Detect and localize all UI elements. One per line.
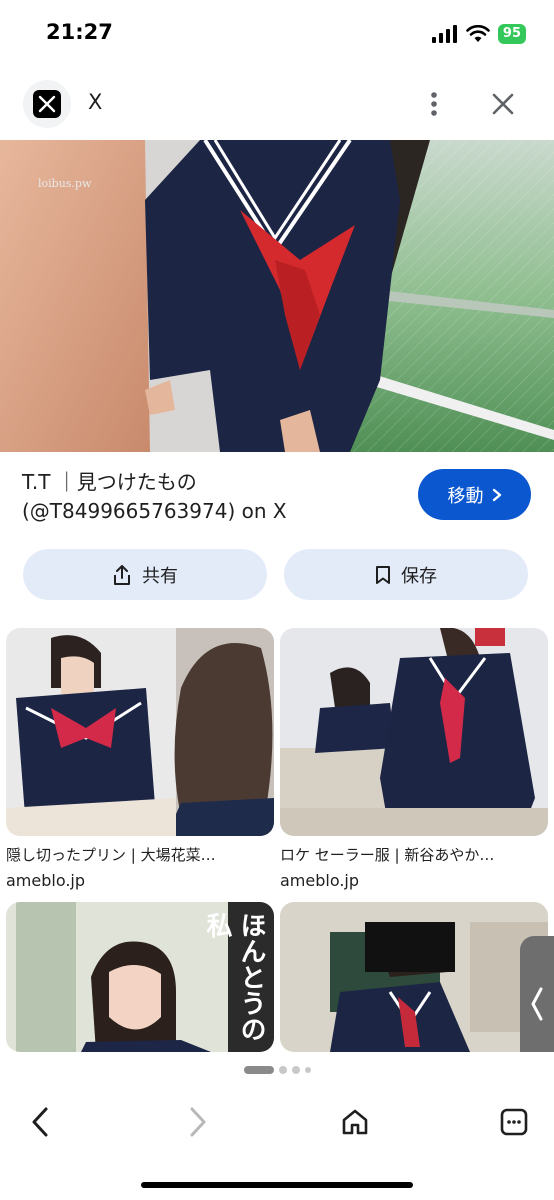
page-dot	[278, 1066, 287, 1074]
forward-arrow-icon	[190, 1107, 206, 1137]
status-bar: 21:27 95	[0, 0, 554, 70]
save-button[interactable]: 保存	[284, 549, 528, 600]
battery-indicator: 95	[497, 24, 526, 44]
forward-button[interactable]	[176, 1100, 220, 1144]
related-card[interactable]: ロケ セーラー服 | 新谷あやか… ameblo.jp	[280, 628, 548, 890]
visit-button[interactable]: 移動	[418, 469, 531, 520]
page-dot	[291, 1066, 300, 1074]
status-icons: 95	[431, 24, 526, 44]
result-title[interactable]: T.T ｜見つけたもの (@T8499665763974) on X	[22, 468, 402, 526]
related-card[interactable]: 隠し切ったプリン | 大場花菜… ameblo.jp	[6, 628, 274, 890]
save-label: 保存	[401, 565, 437, 587]
share-button[interactable]: 共有	[23, 549, 267, 600]
related-card[interactable]: ほんとうの私	[6, 902, 274, 1052]
lens-header: X	[0, 74, 554, 134]
related-source: ameblo.jp	[6, 871, 86, 890]
page-dot	[304, 1067, 311, 1073]
home-indicator	[141, 1182, 413, 1188]
battery-level: 95	[502, 26, 521, 41]
main-result-image[interactable]: loibus.pw	[0, 140, 554, 452]
x-logo-icon	[23, 80, 71, 128]
back-button[interactable]	[18, 1100, 62, 1144]
page-indicator	[0, 1066, 554, 1074]
bottom-navigation	[0, 1092, 554, 1152]
chevron-right-icon	[492, 488, 501, 501]
home-button[interactable]	[333, 1100, 377, 1144]
related-image	[280, 902, 548, 1052]
chevron-left-icon	[531, 987, 543, 1021]
related-image: ほんとうの私	[6, 902, 274, 1052]
site-name: X	[88, 90, 103, 114]
related-title: 隠し切ったプリン | 大場花菜…	[6, 846, 216, 864]
back-arrow-icon	[32, 1107, 48, 1137]
tabs-icon	[500, 1108, 528, 1136]
bookmark-icon	[376, 565, 390, 584]
wifi-icon	[466, 25, 490, 42]
related-source: ameblo.jp	[280, 871, 360, 890]
related-card[interactable]	[280, 902, 548, 1052]
status-time: 21:27	[46, 20, 113, 44]
related-image	[6, 628, 274, 836]
related-image	[280, 628, 548, 836]
page-dot	[243, 1066, 274, 1074]
close-icon	[492, 93, 514, 115]
signal-icon	[431, 25, 457, 43]
more-options-button[interactable]	[418, 86, 450, 122]
more-vertical-icon	[431, 92, 437, 116]
close-button[interactable]	[486, 86, 520, 122]
visit-label: 移動	[447, 485, 484, 507]
related-title: ロケ セーラー服 | 新谷あやか…	[280, 846, 495, 864]
share-label: 共有	[142, 565, 178, 587]
image-watermark: loibus.pw	[38, 177, 92, 190]
related-overlay-text: ほんとうの私	[202, 912, 266, 1042]
home-icon	[342, 1109, 368, 1135]
share-icon	[114, 564, 130, 585]
tabs-button[interactable]	[492, 1100, 536, 1144]
